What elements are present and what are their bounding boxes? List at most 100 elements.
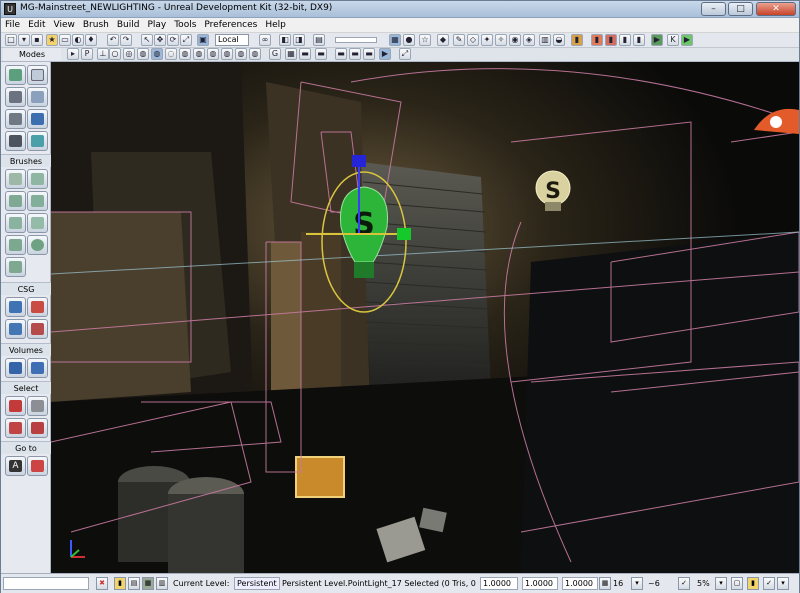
sheet-brush-button[interactable] <box>27 213 48 233</box>
rotate-icon[interactable]: ⟳ <box>167 34 179 46</box>
realtime-audio-toggle[interactable]: ✓ <box>763 577 775 590</box>
select-mode-icon[interactable]: ↖ <box>141 34 153 46</box>
build-paths-icon[interactable]: ▮ <box>605 34 617 46</box>
cylinder-brush-button[interactable] <box>27 191 48 211</box>
view-mode-5-icon[interactable]: ◍ <box>179 48 191 60</box>
csg-subtract-button[interactable] <box>27 297 48 317</box>
matinee-icon[interactable]: ◨ <box>293 34 305 46</box>
shield-icon[interactable]: ◆ <box>437 34 449 46</box>
kismet-k-icon[interactable]: K <box>667 34 679 46</box>
foliage-mode-button[interactable] <box>27 131 48 151</box>
close-x-icon[interactable]: ✖ <box>96 577 108 590</box>
view-mode-3-icon[interactable]: ◍ <box>137 48 149 60</box>
tool-f-icon[interactable]: ◈ <box>523 34 535 46</box>
terrain-mode-button[interactable] <box>5 87 26 107</box>
tool-g-icon[interactable]: ▥ <box>539 34 551 46</box>
build-geometry-icon[interactable]: ▮ <box>571 34 583 46</box>
new-icon[interactable]: □ <box>5 34 17 46</box>
maximize-viewport-icon[interactable]: ⤢ <box>399 48 411 60</box>
level-browser-icon[interactable]: ▥ <box>156 577 168 590</box>
view-mode-8-icon[interactable]: ◍ <box>221 48 233 60</box>
tool-c-icon[interactable]: ✦ <box>481 34 493 46</box>
menu-edit[interactable]: Edit <box>24 18 49 33</box>
menu-play[interactable]: Play <box>143 18 170 33</box>
translate-icon[interactable]: ✥ <box>154 34 166 46</box>
goto-actor-button[interactable]: A <box>5 456 26 476</box>
drag-grid-icon[interactable]: ▦ <box>142 577 154 590</box>
drag-y-field[interactable]: 1.0000 <box>522 577 558 590</box>
menu-brush[interactable]: Brush <box>79 18 113 33</box>
command-input[interactable] <box>3 577 89 590</box>
sphere-brush-button[interactable] <box>27 235 48 255</box>
pin-icon[interactable]: ▸ <box>67 48 79 60</box>
volume-select-button[interactable] <box>27 358 48 378</box>
camera-icon[interactable]: ▤ <box>313 34 325 46</box>
curved-stair-button[interactable] <box>5 191 26 211</box>
speed-3-icon[interactable]: ▬ <box>363 48 375 60</box>
build-lighting-icon[interactable]: ▮ <box>591 34 603 46</box>
build-cover-icon[interactable]: ▮ <box>619 34 631 46</box>
undo-icon[interactable]: ↶ <box>107 34 119 46</box>
view-mode-2-icon[interactable]: ◎ <box>123 48 135 60</box>
select-none-button[interactable] <box>27 396 48 416</box>
scale-nonuniform-icon[interactable]: ▣ <box>197 34 209 46</box>
tool-d-icon[interactable]: ✧ <box>495 34 507 46</box>
goto-builder-brush-button[interactable] <box>27 456 48 476</box>
drag-z-field[interactable]: 1.0000 <box>562 577 598 590</box>
speed-slider[interactable] <box>335 37 377 43</box>
options-dropdown-icon[interactable]: ▾ <box>777 577 789 590</box>
view-mode-1-icon[interactable]: ○ <box>109 48 121 60</box>
spiral-stair-button[interactable] <box>5 235 26 255</box>
static-mesh-mode-button[interactable] <box>5 131 26 151</box>
kismet-icon[interactable]: ◧ <box>279 34 291 46</box>
play-viewport-icon[interactable]: ▶ <box>379 48 391 60</box>
drag-x-field[interactable]: 1.0000 <box>480 577 518 590</box>
cube-brush-button[interactable] <box>5 169 26 189</box>
realtime-preview-icon[interactable]: ▬ <box>315 48 327 60</box>
view-mode-10-icon[interactable]: ◍ <box>249 48 261 60</box>
texture-align-button[interactable] <box>5 109 26 129</box>
tool-h-icon[interactable]: ◒ <box>553 34 565 46</box>
view-mode-lit-icon[interactable]: ◍ <box>151 48 163 60</box>
minimize-button[interactable]: – <box>701 2 726 16</box>
coordinate-system-select[interactable]: Local <box>215 34 249 46</box>
ortho-icon[interactable]: ⊥ <box>97 48 109 60</box>
save-all-icon[interactable]: ★ <box>46 34 58 46</box>
view-mode-7-icon[interactable]: ◍ <box>207 48 219 60</box>
tool-a-icon[interactable]: ✎ <box>453 34 465 46</box>
ortho-p-icon[interactable]: P <box>81 48 93 60</box>
current-level-value[interactable]: Persistent L <box>234 577 280 590</box>
realtime-icon[interactable]: ▦ <box>389 34 401 46</box>
tool-e-icon[interactable]: ◉ <box>509 34 521 46</box>
folder-icon[interactable]: ▭ <box>59 34 71 46</box>
speed-1-icon[interactable]: ▬ <box>335 48 347 60</box>
perspective-viewport[interactable]: S S <box>51 62 799 573</box>
binoculars-icon[interactable]: ∞ <box>259 34 271 46</box>
play-console-icon[interactable]: ▶ <box>651 34 663 46</box>
select-all-button[interactable] <box>5 396 26 416</box>
csg-deintersect-button[interactable] <box>27 319 48 339</box>
mesh-paint-button[interactable] <box>27 87 48 107</box>
maximize-button[interactable]: □ <box>728 2 753 16</box>
linear-stair-button[interactable] <box>5 213 26 233</box>
scale-icon[interactable]: ⤢ <box>180 34 192 46</box>
save-icon[interactable]: ▪ <box>31 34 43 46</box>
tool-b-icon[interactable]: ◇ <box>467 34 479 46</box>
cone-brush-button[interactable] <box>27 169 48 189</box>
y-axis-handle[interactable] <box>397 228 411 240</box>
autosave-toggle[interactable]: ▢ <box>731 577 743 590</box>
view-mode-9-icon[interactable]: ◍ <box>235 48 247 60</box>
menu-view[interactable]: View <box>50 18 79 33</box>
lighting-icon[interactable]: ● <box>403 34 415 46</box>
menu-tools[interactable]: Tools <box>170 18 200 33</box>
z-axis-handle[interactable] <box>352 155 366 167</box>
geometry-mode-button[interactable] <box>27 65 48 85</box>
redo-icon[interactable]: ↷ <box>120 34 132 46</box>
camera-mode-button[interactable] <box>5 65 26 85</box>
lock-icon[interactable]: ▬ <box>299 48 311 60</box>
speed-2-icon[interactable]: ▬ <box>349 48 361 60</box>
coverage-button[interactable] <box>27 109 48 129</box>
menu-preferences[interactable]: Preferences <box>200 18 261 33</box>
close-button[interactable]: ✕ <box>756 2 796 16</box>
menu-file[interactable]: File <box>1 18 24 33</box>
